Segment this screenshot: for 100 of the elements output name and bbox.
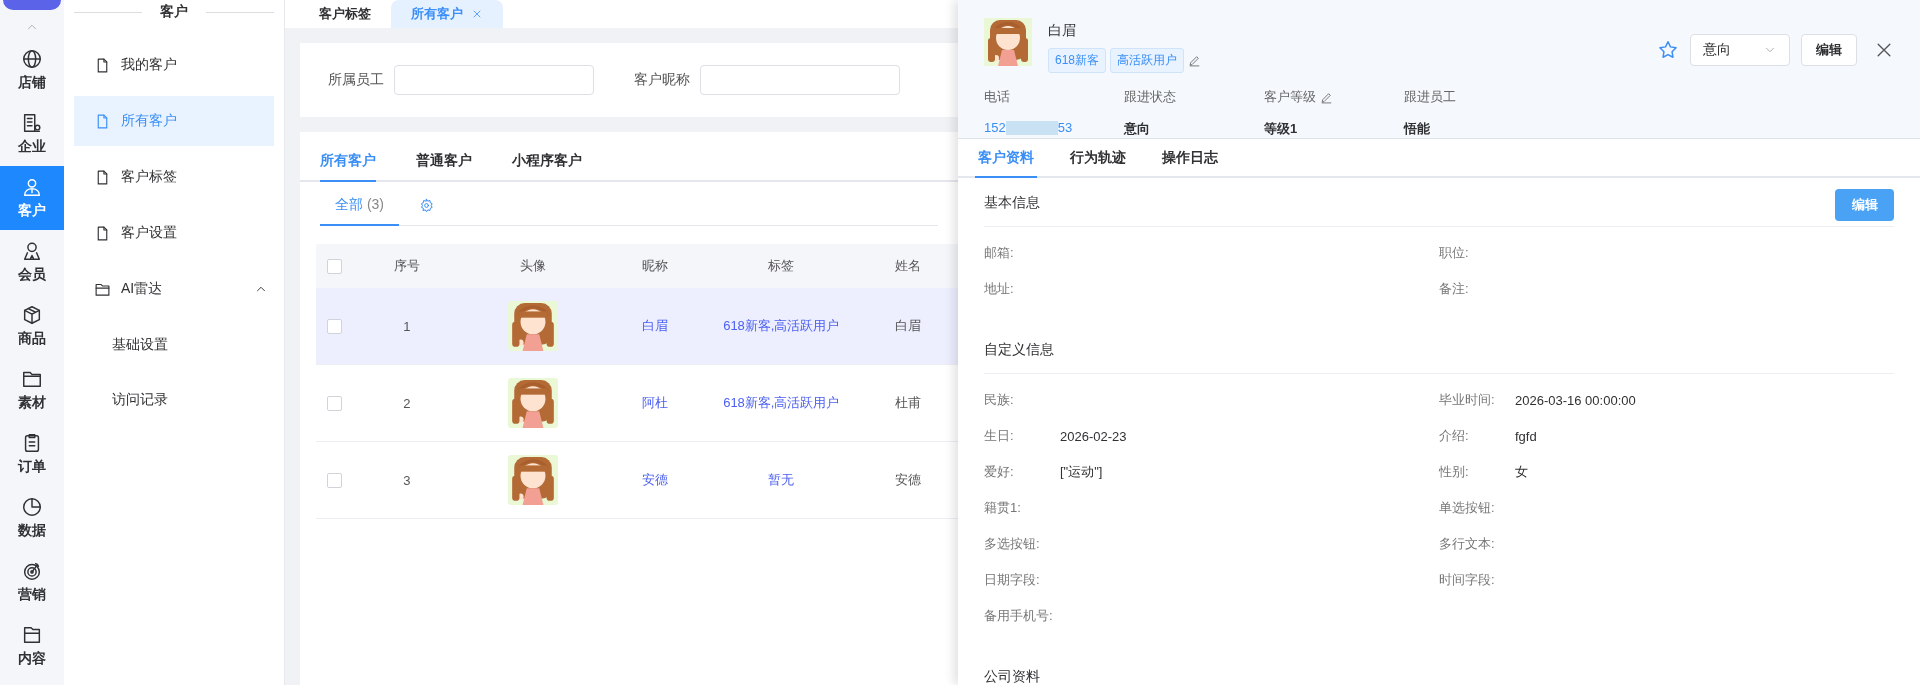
pie-chart-icon [21,496,43,518]
nav-item[interactable]: 订单 [0,422,64,486]
field-label: 民族: [984,391,1015,409]
field-value: 2026-03-16 00:00:00 [1515,392,1636,408]
customer-name: 白眉 [1048,22,1077,40]
nav-item[interactable]: 会员 [0,230,64,294]
phone-number: 53 [1057,120,1073,135]
table-cell: 暂无 [768,472,795,487]
info-value: 等级1 [1264,120,1299,138]
nav-item[interactable]: 商品 [0,294,64,358]
globe-icon [21,48,43,70]
menu-item[interactable]: 访问记录 [74,375,274,425]
field-label: 职位: [1439,244,1470,262]
nickname-link[interactable]: 阿杜 [642,395,669,410]
filter-label: 客户昵称 [634,71,690,89]
info-label: 跟进状态 [1124,88,1176,106]
field-label: 介绍: [1439,427,1470,445]
info-label: 跟进员工 [1404,88,1456,106]
table-cell: 1 [403,318,411,334]
tag: 618新客 [1048,48,1107,73]
field-label: 多选按钮: [984,535,1041,553]
page-tab[interactable]: 客户标签 [299,0,391,28]
column-header: 序号 [393,258,420,273]
input-field[interactable] [700,65,900,95]
field-label: 备用手机号: [984,607,1054,625]
table-cell: 安德 [894,472,921,487]
detail-tab[interactable]: 行为轨迹 [1067,139,1129,178]
column-header: 头像 [520,258,546,273]
field-value: 2026-02-23 [1060,428,1127,444]
info-value: 意向 [1124,120,1151,138]
menu-item[interactable]: 基础设置 [74,320,274,370]
menu-item[interactable]: 客户标签 [74,152,274,202]
close-icon [471,8,483,20]
menu-group[interactable]: AI雷达 [74,264,274,314]
logo-badge [3,0,61,10]
field-label: 籍贯1: [984,499,1022,517]
filter-tab[interactable]: 全部 (3) [320,196,399,226]
nickname-link[interactable]: 安德 [642,472,669,487]
box-icon [21,304,43,326]
edit-icon [1188,54,1202,67]
field-label: 毕业时间: [1439,391,1496,409]
field-label: 日期字段: [984,571,1041,589]
section-title: 自定义信息 [984,341,1054,359]
person-icon [21,240,43,262]
edit-icon [1320,90,1333,104]
redaction-blur [1005,120,1058,135]
field-label: 邮箱: [984,244,1015,262]
nav-item[interactable]: 营销 [0,550,64,614]
menu-item[interactable]: 客户设置 [74,208,274,258]
table-cell: 白眉 [894,318,921,333]
checkbox[interactable] [326,258,342,274]
filter-label: 所属员工 [328,71,384,89]
customer-tab[interactable]: 小程序客户 [512,152,582,182]
nickname-link[interactable]: 白眉 [642,318,669,333]
nav-item[interactable]: 数据 [0,486,64,550]
target-icon [21,560,43,582]
column-header: 昵称 [642,258,669,273]
nav-item[interactable]: 企业 [0,102,64,166]
edit-button[interactable]: 编辑 [1801,34,1857,66]
customer-tab[interactable]: 普通客户 [416,152,472,182]
user-icon [21,176,43,198]
input-field[interactable] [394,65,594,95]
info-value: 悟能 [1404,120,1431,138]
table-cell: 618新客,高活跃用户 [723,318,840,333]
star-button[interactable] [1657,39,1679,61]
detail-tab[interactable]: 操作日志 [1159,139,1221,178]
checkbox[interactable] [326,472,342,488]
field-label: 性别: [1439,463,1470,481]
settings-icon [419,198,434,213]
tag: 高活跃用户 [1110,48,1185,73]
field-value: ["运动"] [1060,463,1103,481]
section-title: 公司资料 [984,668,1040,685]
column-header: 标签 [768,258,795,273]
table-cell: 杜甫 [894,395,921,410]
folder-icon [21,624,43,646]
status-select[interactable]: 意向 [1690,34,1790,66]
checkbox[interactable] [326,395,342,411]
field-value: fgfd [1515,428,1537,444]
phone-number: 152 [984,120,1006,135]
checkbox[interactable] [326,318,342,334]
nav-item[interactable]: 店铺 [0,38,64,102]
field-value: 女 [1515,463,1528,481]
star-icon [1657,39,1679,61]
column-header: 姓名 [894,258,921,273]
nav-item[interactable]: 素材 [0,358,64,422]
field-label: 单选按钮: [1439,499,1496,517]
field-label: 生日: [984,427,1015,445]
field-label: 时间字段: [1439,571,1496,589]
table-cell: 618新客,高活跃用户 [723,395,840,410]
menu-title: 客户 [160,3,188,21]
table-cell: 3 [403,472,411,488]
field-label: 多行文本: [1439,535,1496,553]
info-label: 电话 [984,88,1010,106]
section-title: 基本信息 [984,194,1040,212]
menu-item[interactable]: 我的客户 [74,40,274,90]
nav-item[interactable]: 内容 [0,614,64,678]
field-label: 爱好: [984,463,1015,481]
table-cell: 2 [403,395,411,411]
info-label: 客户等级 [1264,88,1316,106]
field-label: 地址: [984,280,1015,298]
